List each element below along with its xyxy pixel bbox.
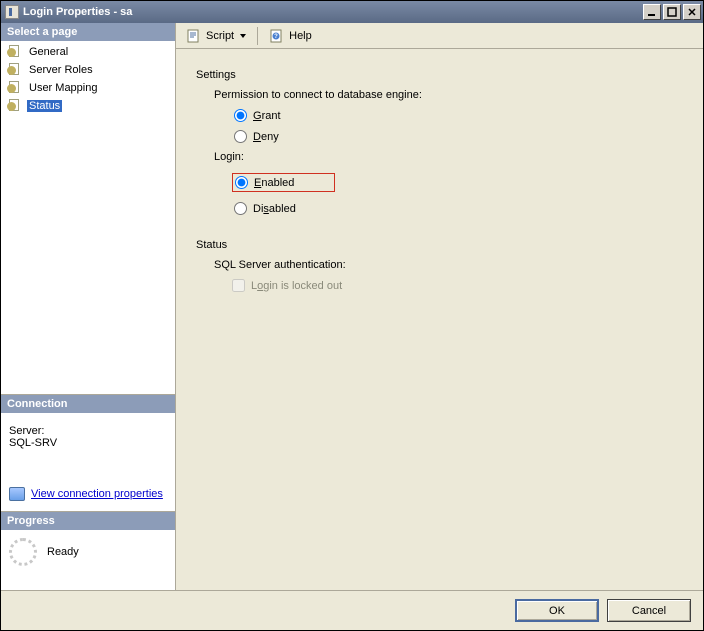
progress-status: Ready [47, 546, 79, 558]
radio-input[interactable] [235, 176, 248, 189]
status-section-label: Status [196, 239, 683, 251]
connection-header: Connection [1, 395, 175, 413]
login-locked-out-checkbox: Login is locked out [232, 279, 683, 292]
minimize-button[interactable] [643, 4, 661, 20]
login-enabled-radio[interactable]: Enabled [232, 173, 335, 192]
cancel-button[interactable]: Cancel [607, 599, 691, 622]
checkbox-label: Login is locked out [251, 280, 342, 292]
nav-item-status[interactable]: Status [1, 97, 175, 115]
page-icon [7, 62, 23, 78]
login-disabled-radio[interactable]: Disabled [232, 200, 683, 217]
dialog-button-row: OK Cancel [1, 590, 703, 630]
nav-label: Status [27, 100, 62, 112]
server-label: Server: [9, 425, 167, 437]
radio-label: Enabled [254, 177, 294, 189]
server-value: SQL-SRV [9, 437, 167, 449]
checkbox-input [232, 279, 245, 292]
close-button[interactable] [683, 4, 701, 20]
page-icon [7, 44, 23, 60]
nav-label: User Mapping [27, 82, 99, 94]
page-nav-list: General Server Roles User Mapping Status [1, 41, 175, 117]
radio-label: Disabled [253, 203, 296, 215]
help-label: Help [289, 30, 312, 42]
radio-input[interactable] [234, 109, 247, 122]
titlebar[interactable]: Login Properties - sa [1, 1, 703, 23]
help-icon: ? [269, 28, 285, 44]
permission-grant-radio[interactable]: Grant [232, 107, 683, 124]
permission-label: Permission to connect to database engine… [214, 89, 683, 101]
app-icon [5, 5, 19, 19]
chevron-down-icon [240, 34, 246, 38]
script-label: Script [206, 30, 234, 42]
help-button[interactable]: ? Help [265, 26, 316, 46]
progress-header: Progress [1, 512, 175, 530]
page-icon [7, 80, 23, 96]
nav-item-server-roles[interactable]: Server Roles [1, 61, 175, 79]
connection-properties-icon [9, 487, 25, 501]
script-button[interactable]: Script [182, 26, 250, 46]
ok-button[interactable]: OK [515, 599, 599, 622]
nav-label: Server Roles [27, 64, 95, 76]
sql-auth-label: SQL Server authentication: [214, 259, 683, 271]
maximize-button[interactable] [663, 4, 681, 20]
form-area: Settings Permission to connect to databa… [176, 49, 703, 590]
progress-spinner-icon [9, 538, 37, 566]
nav-item-user-mapping[interactable]: User Mapping [1, 79, 175, 97]
radio-input[interactable] [234, 130, 247, 143]
radio-label: Deny [253, 131, 279, 143]
settings-section-label: Settings [196, 69, 683, 81]
svg-text:?: ? [274, 34, 278, 40]
radio-label: Grant [253, 110, 281, 122]
radio-input[interactable] [234, 202, 247, 215]
permission-deny-radio[interactable]: Deny [232, 128, 683, 145]
select-page-header: Select a page [1, 23, 175, 41]
content-toolbar: Script ? Help [176, 23, 703, 49]
nav-item-general[interactable]: General [1, 43, 175, 61]
login-label: Login: [214, 151, 683, 163]
script-icon [186, 28, 202, 44]
window-title: Login Properties - sa [23, 6, 641, 18]
content-panel: Script ? Help Settings Permission to con… [176, 23, 703, 590]
toolbar-separator [257, 27, 258, 45]
nav-label: General [27, 46, 70, 58]
page-icon [7, 98, 23, 114]
view-connection-properties-link[interactable]: View connection properties [31, 488, 163, 500]
sidebar: Select a page General Server Roles User … [1, 23, 176, 590]
